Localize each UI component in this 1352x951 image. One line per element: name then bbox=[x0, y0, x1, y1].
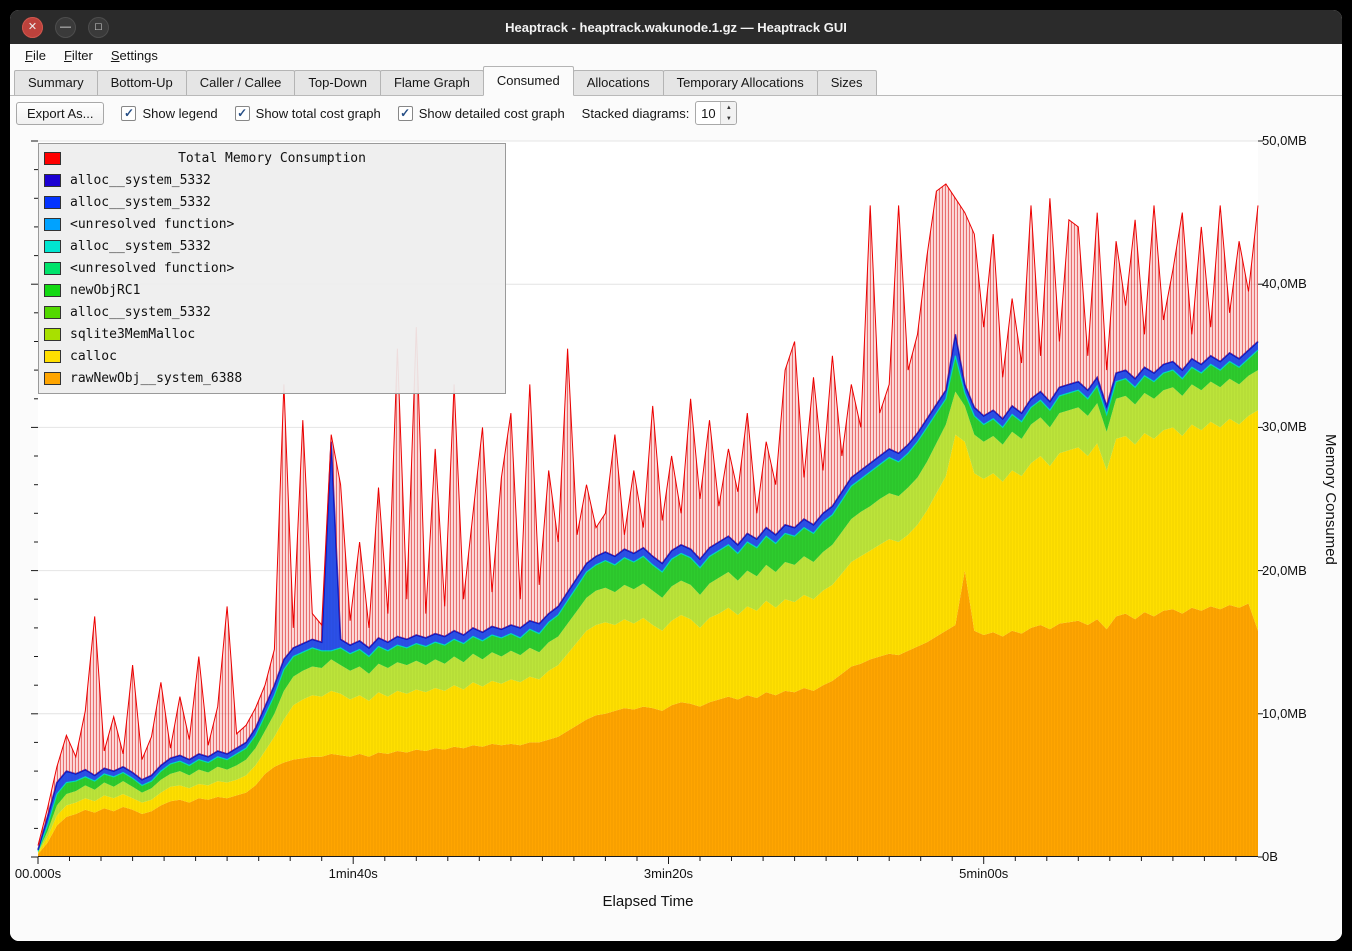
legend-swatch bbox=[44, 218, 61, 231]
checkbox-show-legend[interactable]: ✓ Show legend bbox=[121, 106, 217, 121]
legend-label: <unresolved function> bbox=[70, 261, 234, 276]
legend-label: rawNewObj__system_6388 bbox=[70, 371, 242, 386]
checkbox-show-detailed-cost-graph[interactable]: ✓ Show detailed cost graph bbox=[398, 106, 565, 121]
legend-label: alloc__system_5332 bbox=[70, 173, 211, 188]
spinbox-up-icon[interactable]: ▲ bbox=[721, 102, 736, 113]
checkbox-box-icon[interactable]: ✓ bbox=[235, 106, 250, 121]
legend-swatch bbox=[44, 262, 61, 275]
checkbox-group: ✓ Show legend ✓ Show total cost graph ✓ Show … bbox=[121, 106, 564, 121]
close-button[interactable]: ✕ bbox=[22, 17, 43, 38]
x-axis-title: Elapsed Time bbox=[38, 893, 1258, 910]
tab-caller-callee[interactable]: Caller / Callee bbox=[186, 70, 296, 95]
toolbar: Export As... ✓ Show legend ✓ Show total cos… bbox=[10, 96, 1342, 130]
legend-swatch bbox=[44, 350, 61, 363]
y-tick-label: 40,0MB bbox=[1262, 276, 1307, 291]
legend-swatch bbox=[44, 240, 61, 253]
menu-item-settings[interactable]: Settings bbox=[102, 46, 167, 65]
legend-swatch bbox=[44, 196, 61, 209]
legend-swatch bbox=[44, 174, 61, 187]
legend-label: alloc__system_5332 bbox=[70, 239, 211, 254]
legend-label: sqlite3MemMalloc bbox=[70, 327, 195, 342]
legend-swatch bbox=[44, 306, 61, 319]
spinbox-down-icon[interactable]: ▼ bbox=[721, 113, 736, 124]
legend-label: <unresolved function> bbox=[70, 217, 234, 232]
tab-consumed[interactable]: Consumed bbox=[483, 66, 574, 96]
legend-label: alloc__system_5332 bbox=[70, 195, 211, 210]
legend-label: newObjRC1 bbox=[70, 283, 140, 298]
legend-title-row: Total Memory Consumption bbox=[39, 147, 505, 169]
x-tick-label: 3min20s bbox=[644, 866, 693, 881]
tab-flame-graph[interactable]: Flame Graph bbox=[380, 70, 484, 95]
legend-swatch bbox=[44, 328, 61, 341]
y-tick-label: 20,0MB bbox=[1262, 563, 1307, 578]
checkbox-label: Show detailed cost graph bbox=[419, 106, 565, 121]
checkbox-box-icon[interactable]: ✓ bbox=[398, 106, 413, 121]
legend-swatch bbox=[44, 284, 61, 297]
chart-legend: Total Memory Consumption alloc__system_53… bbox=[38, 143, 506, 394]
window-controls: ✕ — □ bbox=[22, 17, 109, 38]
legend-item: rawNewObj__system_6388 bbox=[39, 367, 505, 389]
tab-bottom-up[interactable]: Bottom-Up bbox=[97, 70, 187, 95]
window-title: Heaptrack - heaptrack.wakunode.1.gz — He… bbox=[10, 20, 1342, 35]
stacked-diagrams-spinbox[interactable]: 10 ▲▼ bbox=[695, 101, 737, 125]
consumed-chart: Total Memory Consumption alloc__system_53… bbox=[10, 130, 1342, 941]
menu-item-filter[interactable]: Filter bbox=[55, 46, 102, 65]
maximize-button[interactable]: □ bbox=[88, 17, 109, 38]
checkbox-label: Show legend bbox=[142, 106, 217, 121]
tab-temporary-allocations[interactable]: Temporary Allocations bbox=[663, 70, 818, 95]
stacked-diagrams-value[interactable]: 10 bbox=[696, 102, 720, 124]
legend-item: sqlite3MemMalloc bbox=[39, 323, 505, 345]
y-tick-label: 0B bbox=[1262, 849, 1278, 864]
tab-sizes[interactable]: Sizes bbox=[817, 70, 877, 95]
x-tick-label: 5min00s bbox=[959, 866, 1008, 881]
legend-label: calloc bbox=[70, 349, 117, 364]
legend-label: alloc__system_5332 bbox=[70, 305, 211, 320]
heaptrack-window: ✕ — □ Heaptrack - heaptrack.wakunode.1.gz … bbox=[10, 10, 1342, 941]
y-tick-label: 30,0MB bbox=[1262, 419, 1307, 434]
checkbox-label: Show total cost graph bbox=[256, 106, 381, 121]
x-tick-label: 1min40s bbox=[329, 866, 378, 881]
menubar: FileFilterSettings bbox=[10, 44, 1342, 66]
checkbox-box-icon[interactable]: ✓ bbox=[121, 106, 136, 121]
legend-item: calloc bbox=[39, 345, 505, 367]
legend-item: <unresolved function> bbox=[39, 213, 505, 235]
tab-summary[interactable]: Summary bbox=[14, 70, 98, 95]
stacked-diagrams-control: Stacked diagrams: 10 ▲▼ bbox=[582, 101, 738, 125]
minimize-button[interactable]: — bbox=[55, 17, 76, 38]
legend-item: alloc__system_5332 bbox=[39, 191, 505, 213]
legend-swatch-total bbox=[44, 152, 61, 165]
y-tick-label: 50,0MB bbox=[1262, 133, 1307, 148]
legend-item: newObjRC1 bbox=[39, 279, 505, 301]
legend-item: alloc__system_5332 bbox=[39, 169, 505, 191]
tabbar: SummaryBottom-UpCaller / CalleeTop-DownF… bbox=[10, 66, 1342, 96]
menu-item-file[interactable]: File bbox=[16, 46, 55, 65]
titlebar: ✕ — □ Heaptrack - heaptrack.wakunode.1.gz … bbox=[10, 10, 1342, 44]
export-as-button[interactable]: Export As... bbox=[16, 102, 104, 125]
stacked-diagrams-label: Stacked diagrams: bbox=[582, 106, 690, 121]
tab-top-down[interactable]: Top-Down bbox=[294, 70, 381, 95]
legend-swatch bbox=[44, 372, 61, 385]
spinbox-arrows: ▲▼ bbox=[720, 102, 736, 124]
legend-item: <unresolved function> bbox=[39, 257, 505, 279]
tab-allocations[interactable]: Allocations bbox=[573, 70, 664, 95]
legend-item: alloc__system_5332 bbox=[39, 301, 505, 323]
legend-item: alloc__system_5332 bbox=[39, 235, 505, 257]
x-tick-label: 00.000s bbox=[15, 866, 61, 881]
checkbox-show-total-cost-graph[interactable]: ✓ Show total cost graph bbox=[235, 106, 381, 121]
y-axis-title: Memory Consumed bbox=[1322, 141, 1339, 857]
legend-title: Total Memory Consumption bbox=[70, 151, 474, 166]
y-tick-label: 10,0MB bbox=[1262, 706, 1307, 721]
